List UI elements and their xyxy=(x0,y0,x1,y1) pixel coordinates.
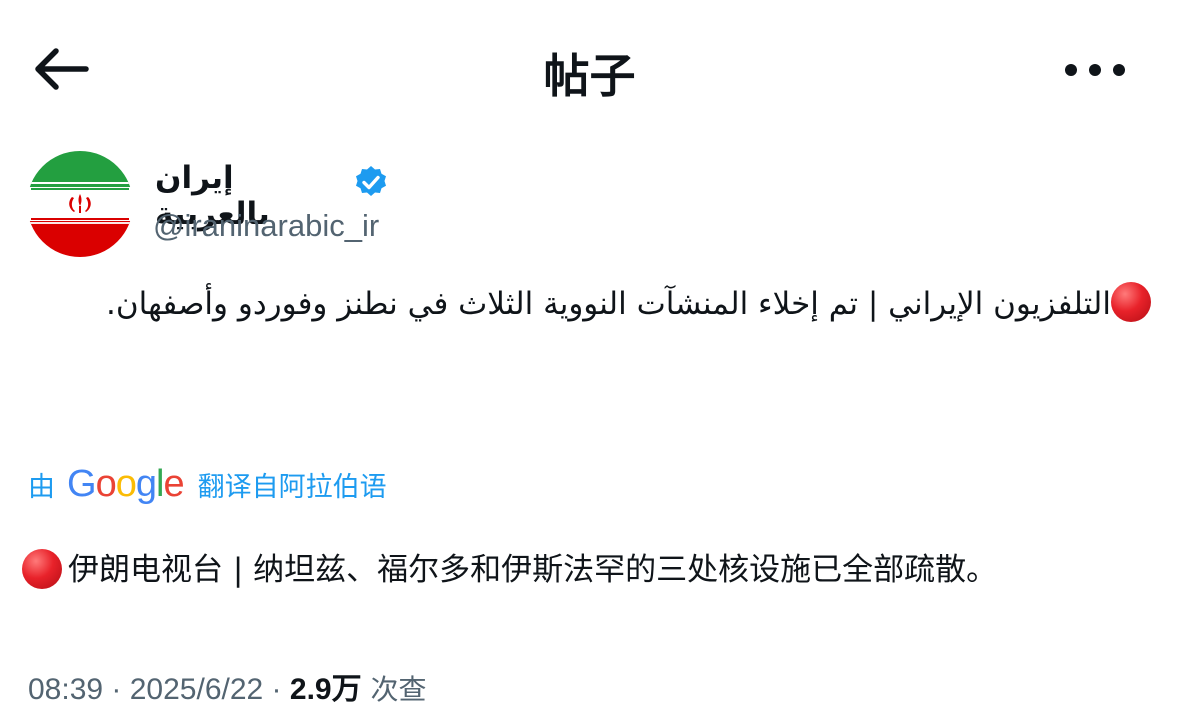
view-count: 2.9万 xyxy=(289,673,362,706)
translation-attribution: 由 Google 翻译自阿拉伯语 xyxy=(28,462,387,506)
more-options-icon[interactable] xyxy=(1062,56,1128,84)
avatar[interactable] xyxy=(27,151,133,257)
post-date[interactable]: 2025/6/22 xyxy=(130,673,263,706)
fade-overlay xyxy=(420,660,750,710)
google-logo: Google xyxy=(67,462,185,505)
post-meta: 08:39 · 2025/6/22 · 2.9万 次查 xyxy=(28,664,427,708)
red-circle-icon xyxy=(22,549,62,589)
translated-from-link[interactable]: 翻译自阿拉伯语 xyxy=(198,465,387,504)
meta-separator: · xyxy=(103,673,130,706)
post-text: التلفزيون الإيراني | تم إخلاء المنشآت ال… xyxy=(20,276,1151,332)
post-time[interactable]: 08:39 xyxy=(28,673,103,706)
translated-body: 伊朗电视台 | 纳坦兹、福尔多和伊斯法罕的三处核设施已全部疏散。 xyxy=(68,552,998,588)
page-title: 帖子 xyxy=(543,49,636,103)
verified-badge-icon xyxy=(356,166,386,196)
red-circle-icon xyxy=(1111,282,1151,322)
top-bar: 帖子 xyxy=(0,0,1179,140)
author-handle[interactable]: @iraninarabic_ir xyxy=(153,208,379,244)
translated-text: 伊朗电视台 | 纳坦兹、福尔多和伊斯法罕的三处核设施已全部疏散。 xyxy=(22,548,1162,592)
post-body: التلفزيون الإيراني | تم إخلاء المنشآت ال… xyxy=(106,286,1111,322)
translated-by-label: 由 xyxy=(28,471,55,503)
views-label: 次查 xyxy=(361,673,427,706)
iran-flag-icon xyxy=(27,151,133,257)
meta-separator: · xyxy=(263,673,290,706)
